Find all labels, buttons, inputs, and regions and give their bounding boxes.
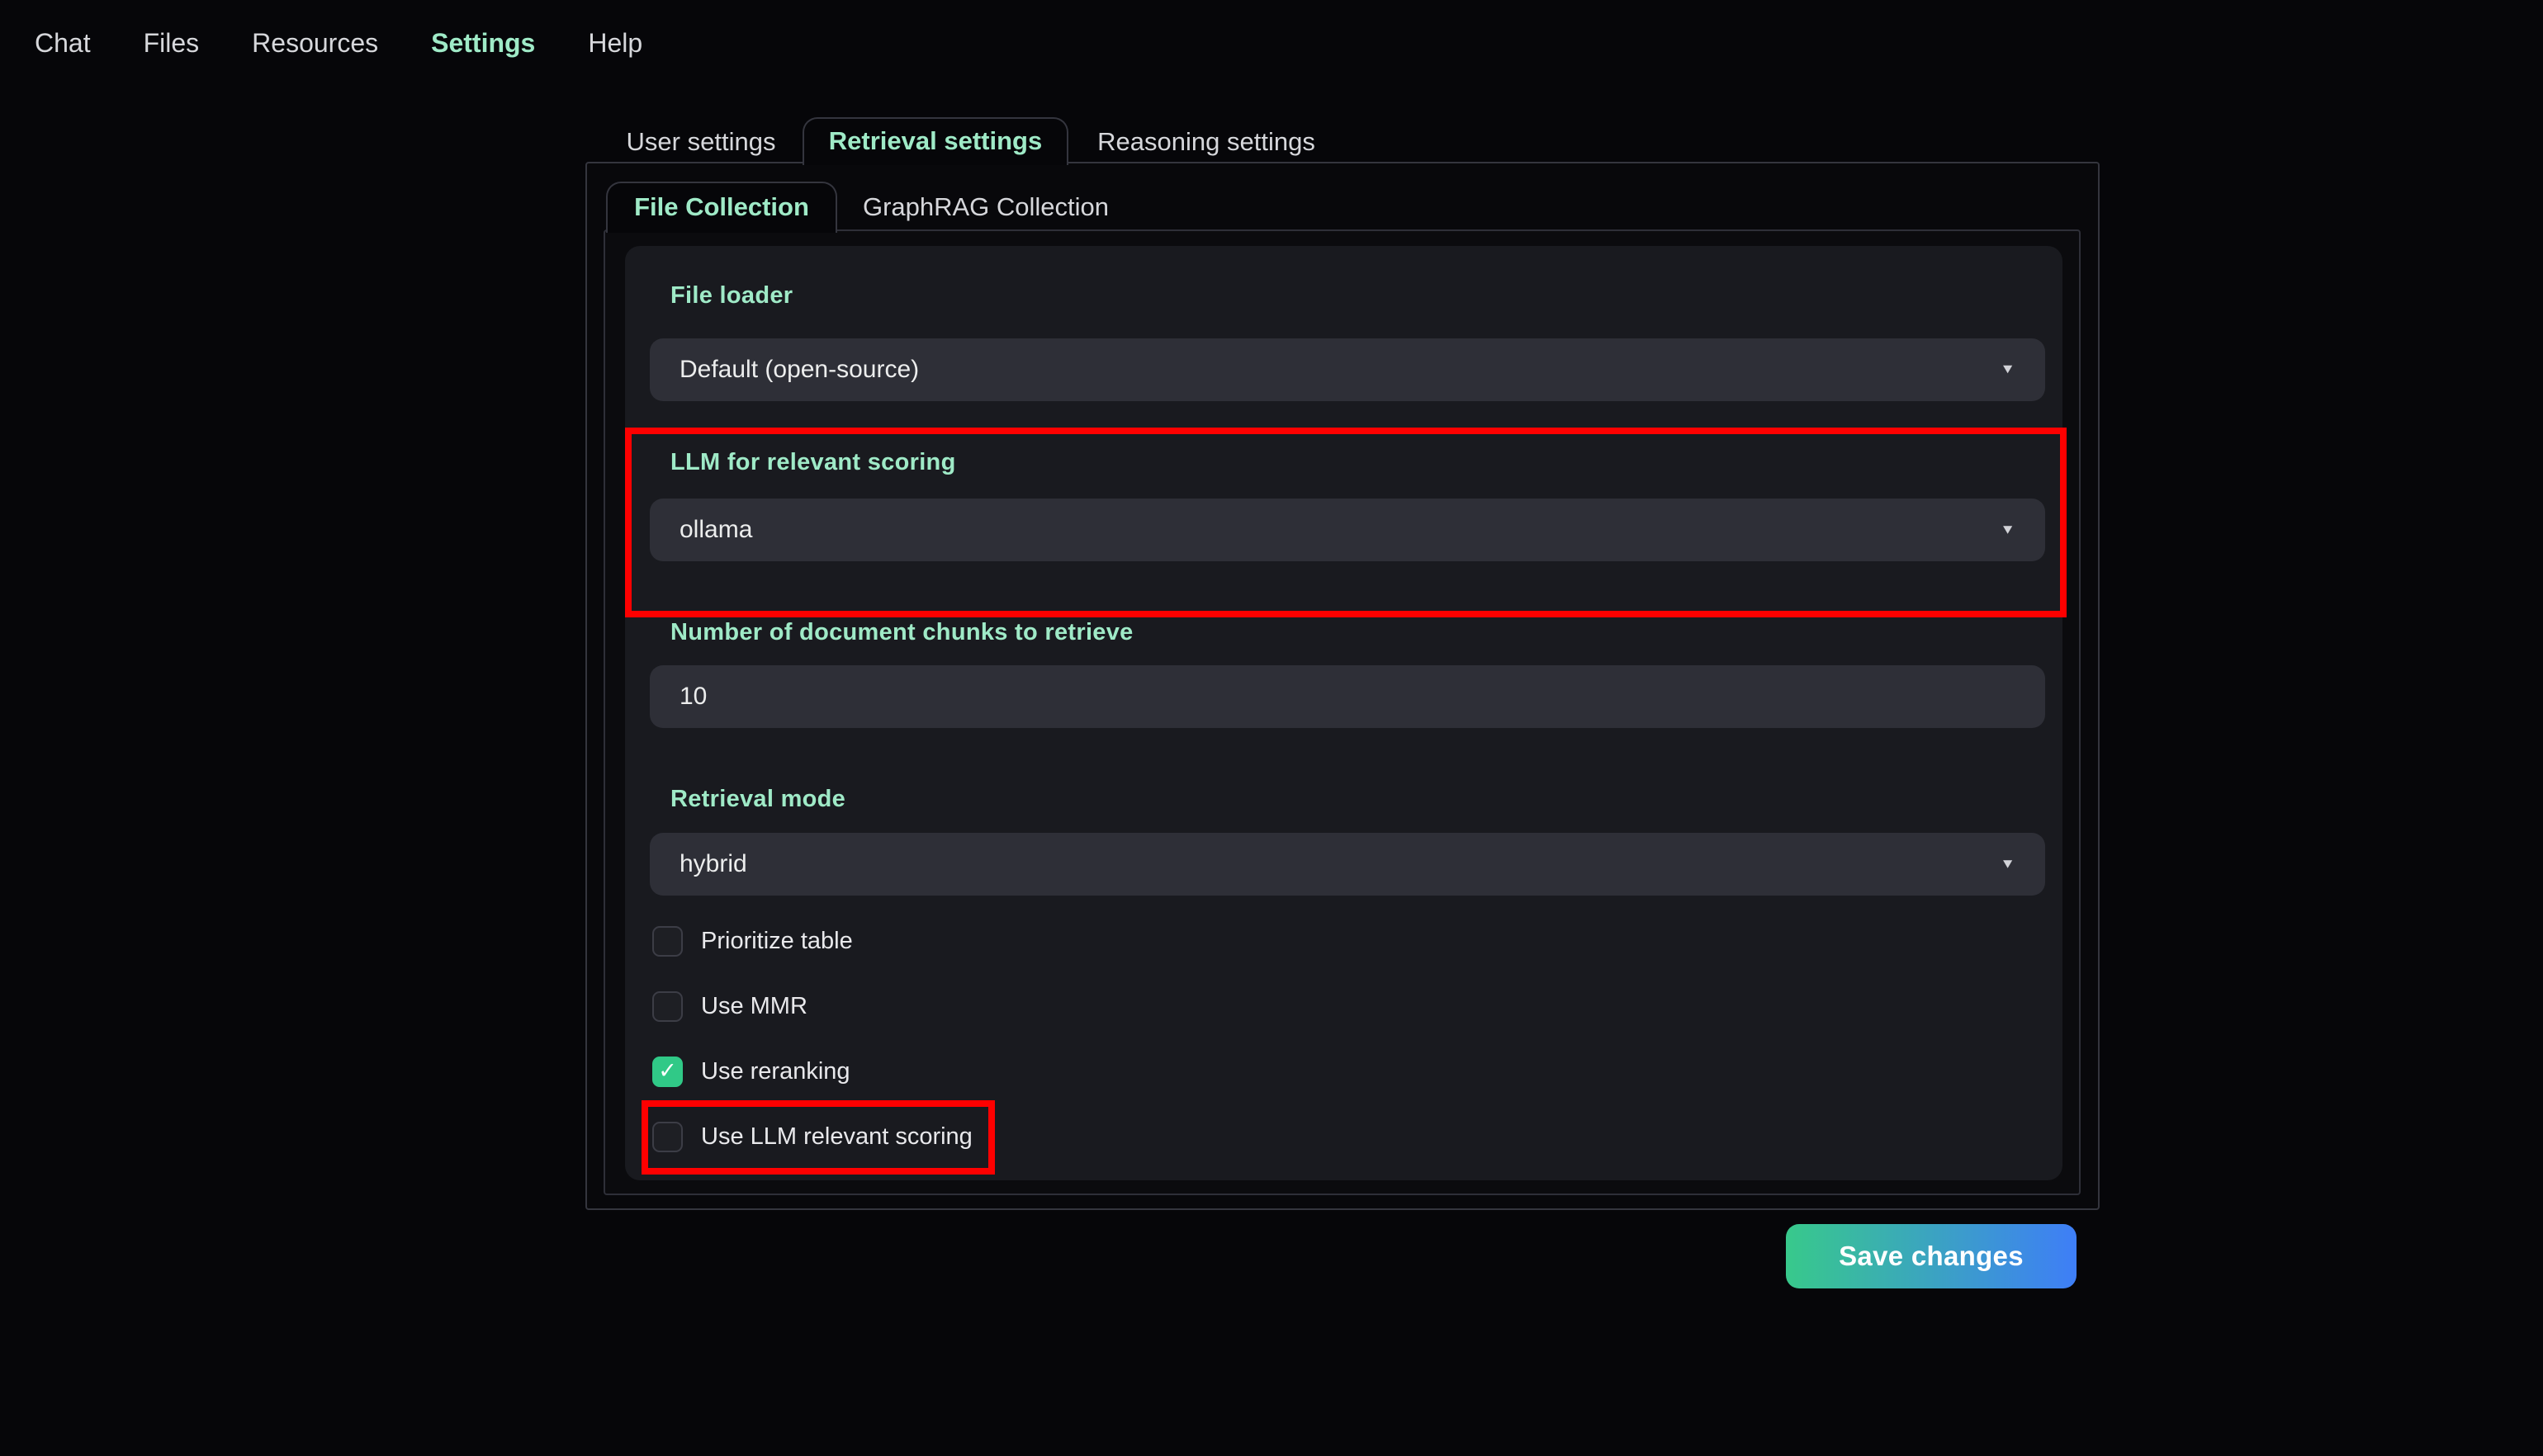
use-reranking-checkbox[interactable]: ✓ [652, 1056, 683, 1087]
chevron-down-icon: ▼ [2000, 856, 2015, 872]
nav-item-chat[interactable]: Chat [35, 21, 91, 64]
check-icon: ✓ [658, 1057, 677, 1083]
file-loader-value: Default (open-source) [680, 356, 920, 383]
chevron-down-icon: ▼ [2000, 522, 2015, 537]
retrieval-mode-value: hybrid [680, 850, 747, 877]
tab-retrieval-settings[interactable]: Retrieval settings [803, 117, 1068, 165]
retrieval-mode-label: Retrieval mode [670, 786, 846, 812]
llm-scoring-label: LLM for relevant scoring [670, 449, 956, 475]
prioritize-table-row[interactable]: ✓ Prioritize table [652, 923, 853, 959]
nav-item-files[interactable]: Files [144, 21, 200, 64]
nav-item-help[interactable]: Help [588, 21, 642, 64]
use-mmr-checkbox[interactable]: ✓ [652, 990, 683, 1022]
use-reranking-row[interactable]: ✓ Use reranking [652, 1053, 850, 1090]
file-collection-settings-group: File loader Default (open-source) ▼ LLM … [625, 246, 2062, 1180]
use-llm-scoring-checkbox[interactable]: ✓ [652, 1121, 683, 1152]
use-llm-scoring-label: Use LLM relevant scoring [701, 1123, 973, 1150]
tab-reasoning-settings[interactable]: Reasoning settings [1087, 119, 1326, 165]
tab-file-collection[interactable]: File Collection [606, 182, 837, 233]
tab-graphrag-collection[interactable]: GraphRAG Collection [845, 183, 1126, 231]
prioritize-table-label: Prioritize table [701, 927, 853, 954]
use-mmr-label: Use MMR [701, 992, 807, 1019]
file-loader-dropdown[interactable]: Default (open-source) ▼ [650, 338, 2045, 401]
use-llm-scoring-row[interactable]: ✓ Use LLM relevant scoring [652, 1118, 973, 1155]
tab-user-settings[interactable]: User settings [599, 119, 803, 165]
llm-scoring-value: ollama [680, 516, 753, 543]
use-mmr-row[interactable]: ✓ Use MMR [652, 988, 807, 1024]
nav-item-resources[interactable]: Resources [252, 21, 378, 64]
save-changes-button[interactable]: Save changes [1786, 1224, 2077, 1288]
nav-item-settings[interactable]: Settings [431, 21, 535, 64]
num-chunks-input[interactable] [650, 665, 2045, 728]
retrieval-mode-dropdown[interactable]: hybrid ▼ [650, 833, 2045, 896]
chevron-down-icon: ▼ [2000, 362, 2015, 377]
file-loader-label: File loader [670, 282, 793, 309]
prioritize-table-checkbox[interactable]: ✓ [652, 925, 683, 957]
llm-scoring-dropdown[interactable]: ollama ▼ [650, 499, 2045, 561]
use-reranking-label: Use reranking [701, 1057, 850, 1085]
top-nav: Chat Files Resources Settings Help [35, 21, 642, 64]
num-chunks-label: Number of document chunks to retrieve [670, 619, 1134, 645]
